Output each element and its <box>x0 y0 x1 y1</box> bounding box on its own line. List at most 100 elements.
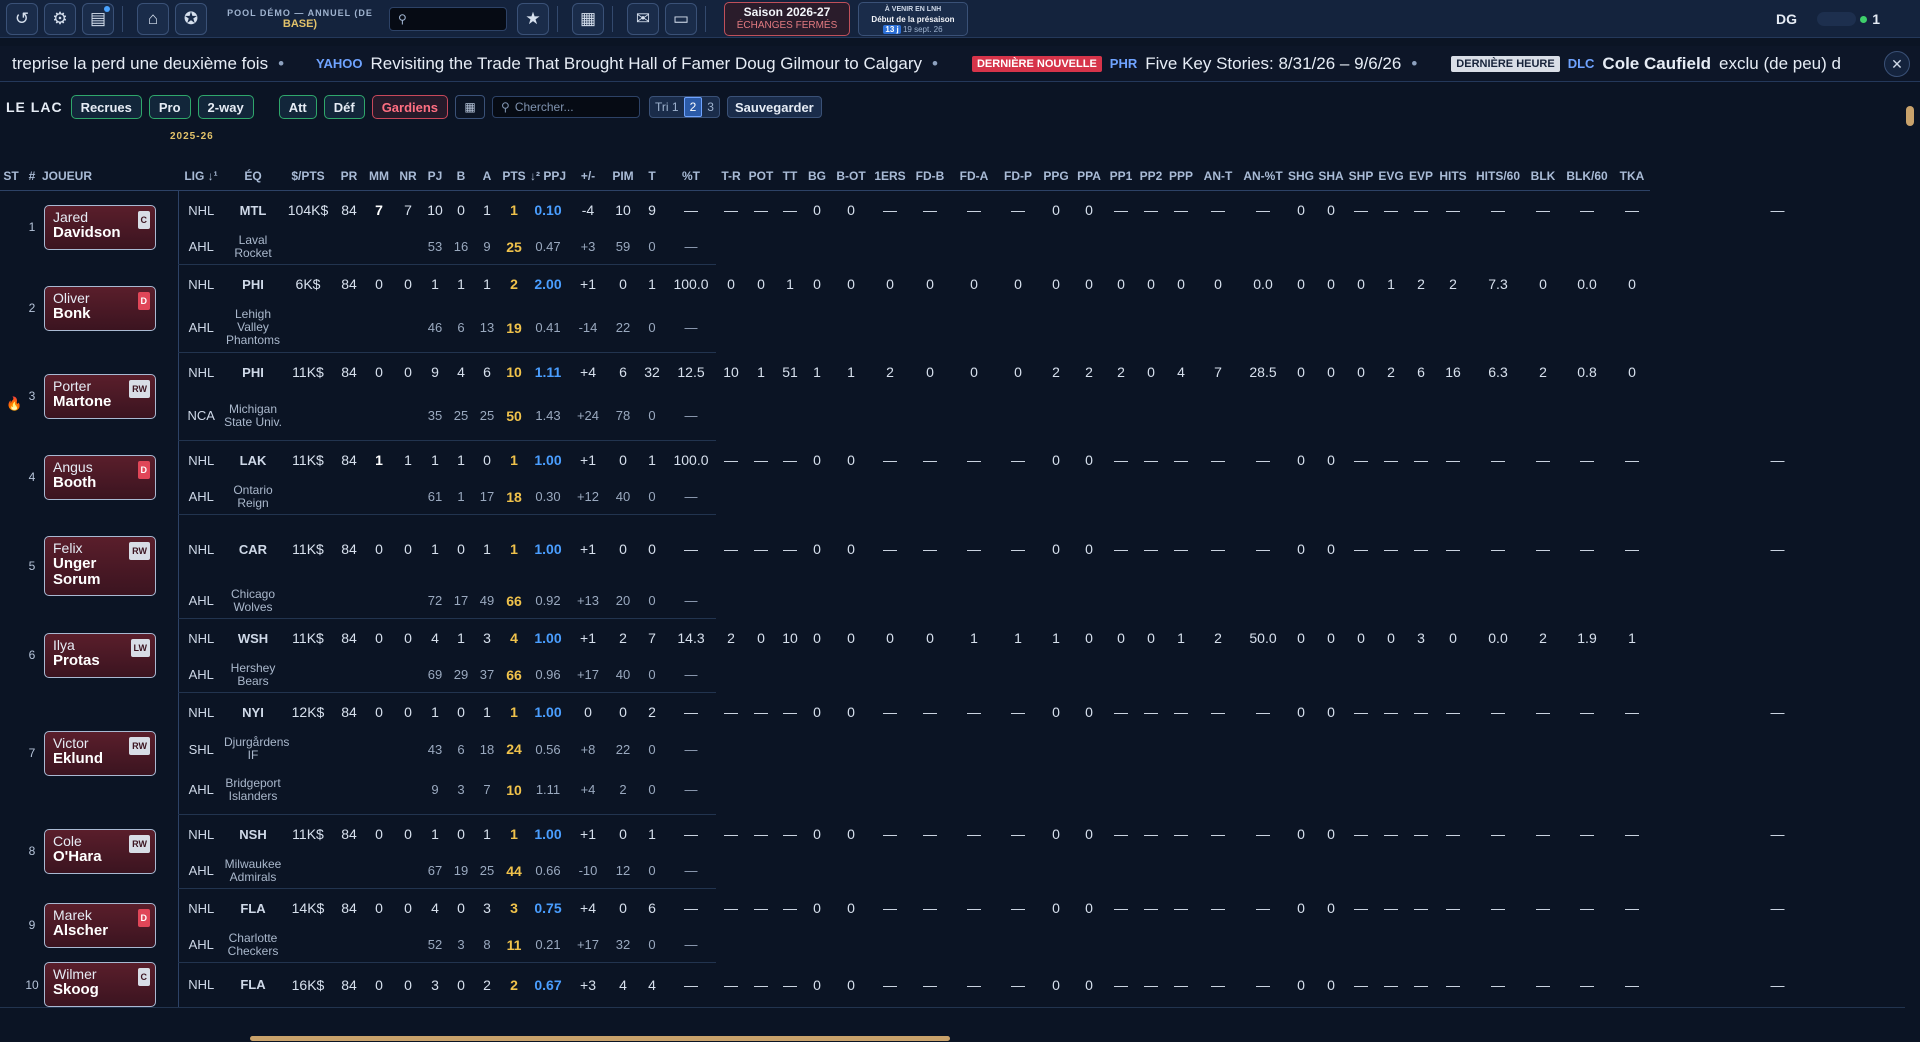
column-header[interactable]: MM <box>364 162 394 191</box>
player-card[interactable]: Felix Unger Sorum RW <box>44 536 156 596</box>
pool-selector[interactable]: POOL DÉMO — ANNUEL (DE BASE) <box>215 8 385 30</box>
player-card[interactable]: Cole O'Hara RW <box>44 828 156 874</box>
column-header[interactable]: $/PTS <box>282 162 334 191</box>
filter-gardiens[interactable]: Gardiens <box>371 95 449 119</box>
column-header[interactable]: HITS/60 <box>1470 162 1526 191</box>
column-header[interactable]: SHP <box>1346 162 1376 191</box>
column-header[interactable]: PPP <box>1166 162 1196 191</box>
column-header[interactable]: EVG <box>1376 162 1406 191</box>
table-row[interactable]: AHL Hershey Bears 69 29 37 66 0.96 +17 40 0— <box>0 658 1905 693</box>
save-button[interactable]: Sauvegarder <box>726 96 822 118</box>
player-card[interactable]: Oliver Bonk D <box>44 285 156 331</box>
filter-2way[interactable]: 2-way <box>197 95 254 119</box>
column-header[interactable]: PP1 <box>1106 162 1136 191</box>
filter-pro[interactable]: Pro <box>148 95 191 119</box>
upcoming-event-badge[interactable]: À VENIR EN LNH Début de la présaison 13 … <box>858 1 968 36</box>
column-header[interactable]: HITS <box>1436 162 1470 191</box>
season-status-badge[interactable]: Saison 2026-27 ÉCHANGES FERMÉS <box>724 1 850 36</box>
player-card[interactable]: Angus Booth D <box>44 454 156 500</box>
user-menu[interactable]: DG 1 <box>1760 6 1880 32</box>
settings-gear-icon[interactable]: ⚙ <box>44 2 76 35</box>
ticker-item[interactable]: DERNIÈRE HEURE DLC Cole Caufield exclu (de … <box>1429 54 1841 74</box>
sort-selector[interactable]: Tri 1 2 3 <box>649 96 720 118</box>
column-header[interactable]: PR <box>334 162 364 191</box>
shield-star-icon[interactable]: ★ <box>517 2 549 35</box>
table-row[interactable]: AHL Chicago Wolves 72 17 49 66 0.92 +13 20 0— <box>0 584 1905 619</box>
chat-icon[interactable]: ▭ <box>665 2 697 35</box>
column-header[interactable]: PPG <box>1040 162 1072 191</box>
column-header[interactable]: NR <box>394 162 422 191</box>
table-row[interactable]: 9 Marek Alscher D NHL FLA 14K$ 84 0 0 4 0 3 3 0.75 +4 0 6… <box>0 888 1905 948</box>
horizontal-scrollbar[interactable] <box>250 1036 950 1041</box>
column-header[interactable]: BG <box>804 162 830 191</box>
column-header[interactable]: B <box>448 162 474 191</box>
table-row[interactable]: 4 Angus Booth D NHL LAK 11K$ 84 1 1 1 1 0 1 1.00 +1 0 1 10… <box>0 440 1905 500</box>
column-header[interactable]: A <box>474 162 500 191</box>
table-row[interactable]: AHL Laval Rocket 53 16 9 25 0.47 +3 59 0— <box>0 230 1905 265</box>
table-row[interactable]: NCA Michigan State Univ. 35 25 25 50 1.43 +24 78… <box>0 392 1905 441</box>
column-header[interactable]: LIG ↓¹ <box>178 162 224 191</box>
column-header[interactable]: PTS <box>500 162 528 191</box>
column-header[interactable]: PP2 <box>1136 162 1166 191</box>
column-header[interactable]: 1ERS <box>872 162 908 191</box>
briefcase-icon[interactable]: ▤ <box>82 2 114 35</box>
column-header[interactable]: BLK <box>1526 162 1560 191</box>
table-row[interactable]: 1 Jared Davidson C NHL MTL 104K$ 84 7 7 10 0 1 1 0.10 -… <box>0 190 1905 250</box>
vertical-scrollbar[interactable] <box>1906 100 1914 1030</box>
table-row[interactable]: 🔥 3 Porter Martone RW NHL PHI 11K$ 84 0 0 9 4 6 10 1.11… <box>0 352 1905 419</box>
player-card[interactable]: Victor Eklund RW <box>44 730 156 776</box>
table-row[interactable]: 8 Cole O'Hara RW NHL NSH 11K$ 84 0 0 1 0 1 1 1.00 +1 0 1 —… <box>0 814 1905 874</box>
global-search-input[interactable]: ⚲ <box>389 6 507 31</box>
column-header[interactable]: +/- <box>568 162 608 191</box>
table-row[interactable]: 5 Felix Unger Sorum RW NHL CAR 11K$ 84 0 0 1 0 1 1 1.0… <box>0 514 1905 596</box>
table-row[interactable]: AHL Milwaukee Admirals 67 19 25 44 0.66 -10 12 0— <box>0 854 1905 889</box>
column-header[interactable]: AN-T <box>1196 162 1240 191</box>
column-header[interactable]: T-R <box>716 162 746 191</box>
column-header[interactable]: ÉQ <box>224 162 282 191</box>
table-row[interactable]: SHL Djurgårdens IF 43 6 18 24 0.56 +8 22 0 — <box>0 732 1905 766</box>
player-card[interactable]: Porter Martone RW <box>44 373 156 419</box>
column-header[interactable]: EVP <box>1406 162 1436 191</box>
columns-grid-icon[interactable]: ▦ <box>455 95 486 119</box>
table-row[interactable]: AHL Charlotte Checkers 52 3 8 11 0.21 +17 32 0— <box>0 928 1905 963</box>
table-row[interactable]: 10 Wilmer Skoog C NHL FLA 16K$ 84 0 0 3 0 2 2 0.67 +3 4 4… <box>0 962 1905 1008</box>
table-row[interactable]: AHL Lehigh Valley Phantoms 46 6 13 19 0.41 -14 2… <box>0 304 1905 353</box>
column-header[interactable]: JOUEUR <box>42 162 178 191</box>
column-header[interactable]: TT <box>776 162 804 191</box>
mail-icon[interactable]: ✉ <box>627 2 659 35</box>
sort-3-button[interactable]: 3 <box>702 100 719 114</box>
sort-1-button[interactable]: Tri 1 <box>650 100 684 114</box>
column-header[interactable]: B-OT <box>830 162 872 191</box>
player-card[interactable]: Jared Davidson C <box>44 204 156 250</box>
filter-recrues[interactable]: Recrues <box>70 95 142 119</box>
column-header[interactable]: FD-P <box>996 162 1040 191</box>
clipboard-icon[interactable]: ▦ <box>572 2 604 35</box>
column-header[interactable]: ↓² PPJ <box>528 162 568 191</box>
filter-def[interactable]: Déf <box>323 95 365 119</box>
column-header[interactable]: PPA <box>1072 162 1106 191</box>
column-header[interactable]: SHG <box>1286 162 1316 191</box>
status-toggle[interactable] <box>1817 12 1857 26</box>
column-header[interactable]: # <box>22 162 42 191</box>
column-header[interactable]: BLK/60 <box>1560 162 1614 191</box>
column-header[interactable]: ST <box>0 162 22 191</box>
player-search-input[interactable]: ⚲ Chercher... <box>492 96 641 118</box>
close-ticker-icon[interactable]: ✕ <box>1884 51 1910 77</box>
column-header[interactable]: PJ <box>422 162 448 191</box>
column-header[interactable]: PIM <box>608 162 638 191</box>
scroll-thumb[interactable] <box>1906 106 1914 126</box>
ticker-item[interactable]: treprise la perd une deuxième fois • <box>12 54 284 74</box>
column-header[interactable]: FD-A <box>952 162 996 191</box>
column-header[interactable]: SHA <box>1316 162 1346 191</box>
player-card[interactable]: Ilya Protas LW <box>44 632 156 678</box>
home-icon[interactable]: ⌂ <box>137 2 169 35</box>
column-header[interactable]: POT <box>746 162 776 191</box>
column-header[interactable]: T <box>638 162 666 191</box>
sort-2-button[interactable]: 2 <box>683 97 703 117</box>
back-icon[interactable]: ↺ <box>6 2 38 35</box>
filter-att[interactable]: Att <box>278 95 317 119</box>
table-row[interactable]: AHL Ontario Reign 61 1 17 18 0.30 +12 40 0— <box>0 480 1905 515</box>
player-card[interactable]: Wilmer Skoog C <box>44 962 156 1007</box>
player-card[interactable]: Marek Alscher D <box>44 902 156 948</box>
table-row[interactable]: 7 Victor Eklund RW NHL NYI 12K$ 84 0 0 1 0 1 1 1.00 0 0 2… <box>0 692 1905 776</box>
